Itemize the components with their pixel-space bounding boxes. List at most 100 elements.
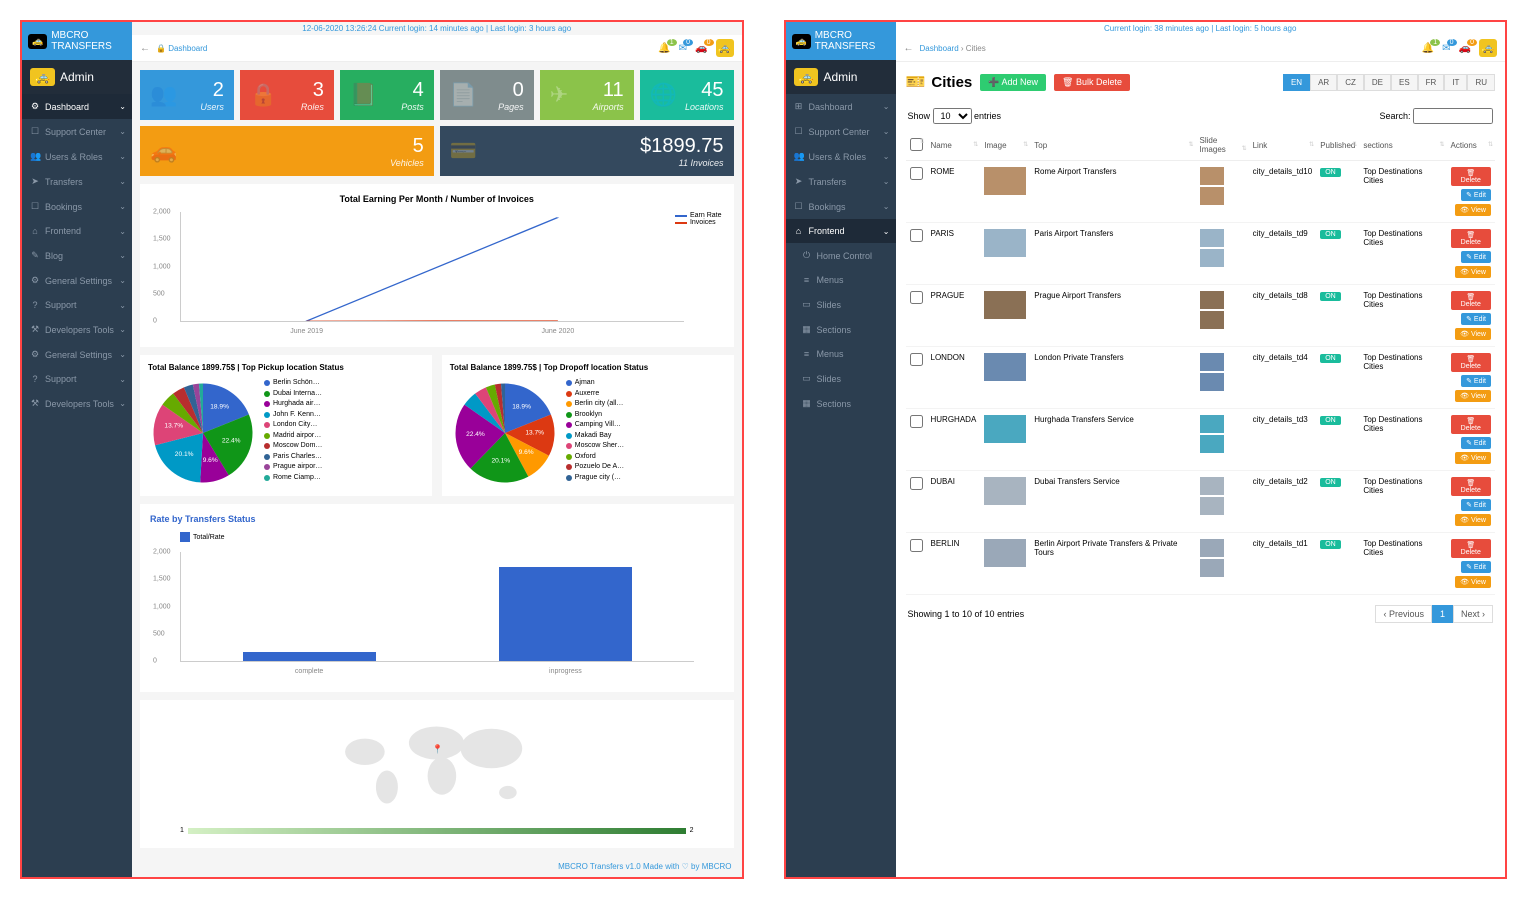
- sidebar-item-support[interactable]: ?Support⌄: [22, 293, 132, 317]
- avatar[interactable]: 🚕: [1479, 39, 1497, 57]
- sidebar-item-support-center[interactable]: ☐Support Center⌄: [786, 119, 896, 144]
- lang-de[interactable]: DE: [1364, 74, 1391, 91]
- view-button[interactable]: 👁 View: [1455, 514, 1491, 526]
- sidebar-item-dashboard[interactable]: ⊞Dashboard⌄: [786, 94, 896, 119]
- sidebar-item-users-&-roles[interactable]: 👥Users & Roles⌄: [786, 144, 896, 169]
- sidebar-item-sections[interactable]: ▦Sections: [786, 317, 896, 342]
- sidebar-item-home-control[interactable]: ⏻Home Control: [786, 243, 896, 268]
- row-checkbox[interactable]: [910, 291, 923, 304]
- sidebar-item-general-settings[interactable]: ⚙General Settings⌄: [22, 268, 132, 293]
- published-badge[interactable]: ON: [1320, 292, 1341, 301]
- sidebar-item-general-settings[interactable]: ⚙General Settings⌄: [22, 342, 132, 367]
- col-sections[interactable]: sections⇅: [1359, 130, 1446, 161]
- published-badge[interactable]: ON: [1320, 354, 1341, 363]
- lang-ru[interactable]: RU: [1467, 74, 1495, 91]
- edit-button[interactable]: ✎ Edit: [1461, 375, 1491, 387]
- lang-es[interactable]: ES: [1391, 74, 1418, 91]
- view-button[interactable]: 👁 View: [1455, 390, 1491, 402]
- car-icon[interactable]: 🚗0: [1459, 43, 1471, 54]
- col-published[interactable]: Published⇅: [1316, 130, 1359, 161]
- published-badge[interactable]: ON: [1320, 230, 1341, 239]
- delete-button[interactable]: 🗑 Delete: [1451, 291, 1491, 310]
- breadcrumb-dashboard[interactable]: Dashboard: [168, 44, 207, 53]
- back-icon[interactable]: ←: [904, 43, 914, 54]
- col-checkbox[interactable]: ⇅: [906, 130, 927, 161]
- search-input[interactable]: [1413, 108, 1493, 124]
- delete-button[interactable]: 🗑 Delete: [1451, 167, 1491, 186]
- sidebar-item-menus[interactable]: ≡Menus: [786, 342, 896, 366]
- stat-roles[interactable]: 🔒3Roles: [240, 70, 334, 120]
- sidebar-item-users-&-roles[interactable]: 👥Users & Roles⌄: [22, 144, 132, 169]
- breadcrumb-dashboard[interactable]: Dashboard: [920, 44, 959, 53]
- sidebar-item-frontend[interactable]: ⌂Frontend⌄: [786, 219, 896, 243]
- prev-button[interactable]: ‹ Previous: [1375, 605, 1432, 623]
- published-badge[interactable]: ON: [1320, 540, 1341, 549]
- sidebar-item-bookings[interactable]: ☐Bookings⌄: [786, 194, 896, 219]
- lang-ar[interactable]: AR: [1310, 74, 1337, 91]
- sidebar-item-frontend[interactable]: ⌂Frontend⌄: [22, 219, 132, 243]
- view-button[interactable]: 👁 View: [1455, 328, 1491, 340]
- view-button[interactable]: 👁 View: [1455, 576, 1491, 588]
- sidebar-item-blog[interactable]: ✎Blog⌄: [22, 243, 132, 268]
- row-checkbox[interactable]: [910, 167, 923, 180]
- edit-button[interactable]: ✎ Edit: [1461, 561, 1491, 573]
- delete-button[interactable]: 🗑 Delete: [1451, 477, 1491, 496]
- back-icon[interactable]: ←: [140, 43, 150, 54]
- delete-button[interactable]: 🗑 Delete: [1451, 229, 1491, 248]
- view-button[interactable]: 👁 View: [1455, 266, 1491, 278]
- lang-en[interactable]: EN: [1283, 74, 1310, 91]
- row-checkbox[interactable]: [910, 539, 923, 552]
- row-checkbox[interactable]: [910, 353, 923, 366]
- sidebar-item-developers-tools[interactable]: ⚒Developers Tools⌄: [22, 317, 132, 342]
- edit-button[interactable]: ✎ Edit: [1461, 251, 1491, 263]
- sidebar-item-support-center[interactable]: ☐Support Center⌄: [22, 119, 132, 144]
- col-link[interactable]: Link⇅: [1249, 130, 1317, 161]
- delete-button[interactable]: 🗑 Delete: [1451, 415, 1491, 434]
- sidebar-item-transfers[interactable]: ➤Transfers⌄: [786, 169, 896, 194]
- avatar[interactable]: 🚕: [716, 39, 734, 57]
- sidebar-item-support[interactable]: ?Support⌄: [22, 367, 132, 391]
- stat-locations[interactable]: 🌐45Locations: [640, 70, 734, 120]
- stat-11-invoices[interactable]: 💳$1899.7511 Invoices: [440, 126, 734, 176]
- sidebar-item-sections[interactable]: ▦Sections: [786, 391, 896, 416]
- sidebar-item-developers-tools[interactable]: ⚒Developers Tools⌄: [22, 391, 132, 416]
- add-new-button[interactable]: ➕ Add New: [980, 74, 1046, 91]
- sidebar-item-dashboard[interactable]: ⚙Dashboard⌄: [22, 94, 132, 119]
- mail-icon[interactable]: ✉0: [679, 43, 687, 54]
- row-checkbox[interactable]: [910, 477, 923, 490]
- stat-vehicles[interactable]: 🚗5Vehicles: [140, 126, 434, 176]
- lang-it[interactable]: IT: [1444, 74, 1467, 91]
- edit-button[interactable]: ✎ Edit: [1461, 437, 1491, 449]
- stat-posts[interactable]: 📕4Posts: [340, 70, 434, 120]
- sidebar-item-bookings[interactable]: ☐Bookings⌄: [22, 194, 132, 219]
- col-slide-images[interactable]: Slide Images⇅: [1196, 130, 1249, 161]
- row-checkbox[interactable]: [910, 229, 923, 242]
- edit-button[interactable]: ✎ Edit: [1461, 499, 1491, 511]
- stat-users[interactable]: 👥2Users: [140, 70, 234, 120]
- published-badge[interactable]: ON: [1320, 478, 1341, 487]
- lang-cz[interactable]: CZ: [1337, 74, 1364, 91]
- bulk-delete-button[interactable]: 🗑 Bulk Delete: [1054, 74, 1130, 91]
- bell-icon[interactable]: 🔔1: [658, 43, 670, 54]
- view-button[interactable]: 👁 View: [1455, 204, 1491, 216]
- sidebar-item-slides[interactable]: ▭Slides: [786, 292, 896, 317]
- col-actions[interactable]: Actions⇅: [1447, 130, 1495, 161]
- published-badge[interactable]: ON: [1320, 168, 1341, 177]
- col-name[interactable]: Name⇅: [927, 130, 981, 161]
- lang-fr[interactable]: FR: [1418, 74, 1445, 91]
- car-icon[interactable]: 🚗0: [695, 43, 707, 54]
- col-top[interactable]: Top⇅: [1030, 130, 1195, 161]
- entries-select[interactable]: 10: [933, 108, 972, 124]
- delete-button[interactable]: 🗑 Delete: [1451, 353, 1491, 372]
- next-button[interactable]: Next ›: [1453, 605, 1493, 623]
- edit-button[interactable]: ✎ Edit: [1461, 313, 1491, 325]
- row-checkbox[interactable]: [910, 415, 923, 428]
- sidebar-item-slides[interactable]: ▭Slides: [786, 366, 896, 391]
- stat-airports[interactable]: ✈11Airports: [540, 70, 634, 120]
- page-1[interactable]: 1: [1432, 605, 1453, 623]
- published-badge[interactable]: ON: [1320, 416, 1341, 425]
- bell-icon[interactable]: 🔔1: [1422, 43, 1434, 54]
- sidebar-item-menus[interactable]: ≡Menus: [786, 268, 896, 292]
- sidebar-item-transfers[interactable]: ➤Transfers⌄: [22, 169, 132, 194]
- view-button[interactable]: 👁 View: [1455, 452, 1491, 464]
